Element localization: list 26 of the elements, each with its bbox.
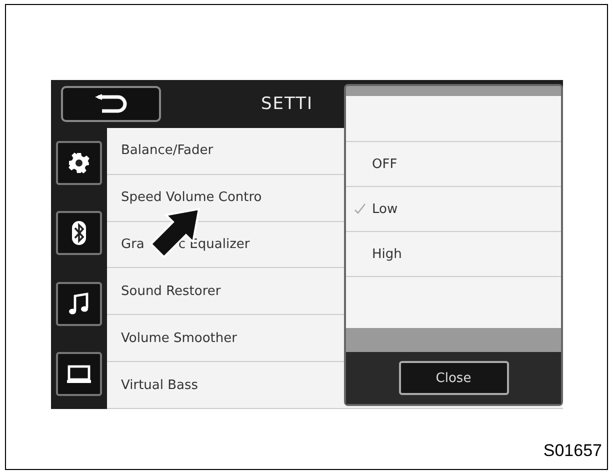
menu-item-label: Virtual Bass [121,378,198,393]
music-note-icon [68,292,90,316]
menu-item-label: Balance/Fader [121,143,214,158]
menu-item-label: Volume Smoother [121,330,237,346]
option-label: High [372,246,402,262]
sidebar-tab[interactable] [56,282,102,326]
option-item[interactable]: Low [346,187,561,232]
close-button[interactable]: Close [398,361,508,395]
gear-icon [68,152,90,174]
menu-item-label: Speed Volume Contro [121,190,262,206]
back-icon [94,94,128,114]
option-label: OFF [372,156,398,172]
option-item[interactable]: High [346,232,561,277]
sidebar-tab[interactable] [56,352,102,396]
option-label: Low [372,202,398,216]
figure-code: S01657 [543,441,602,461]
menu-item-label: Gra [121,237,144,252]
sidebar-tab[interactable] [56,211,102,256]
menu-item-label: Sound Restorer [121,284,221,299]
screen-icon [67,364,91,383]
sidebar-tab[interactable] [56,141,102,186]
option-item[interactable]: OFF [346,142,561,187]
screen-title: SETTI [261,94,314,114]
bluetooth-icon [71,220,87,246]
menu-item-label: c Equalizer [178,237,250,252]
back-button[interactable] [61,86,161,122]
